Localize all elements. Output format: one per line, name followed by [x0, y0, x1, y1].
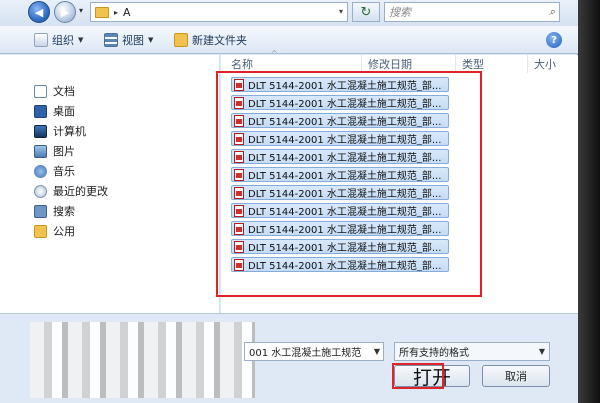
- background-edge: [578, 0, 600, 403]
- filename-input[interactable]: 001 水工混凝土施工规范 ▼: [244, 342, 384, 361]
- sidebar-item-recent[interactable]: 最近的更改: [34, 183, 108, 199]
- desktop-icon: [34, 104, 47, 118]
- breadcrumb-separator-icon[interactable]: ▸: [114, 8, 118, 17]
- chevron-down-icon[interactable]: ▼: [539, 347, 545, 356]
- refresh-button[interactable]: ↻: [352, 2, 380, 22]
- documents-icon: [34, 84, 47, 98]
- column-name-label: 名称: [231, 58, 253, 71]
- breadcrumb-folder[interactable]: A: [123, 6, 131, 19]
- blurred-region: [30, 322, 255, 398]
- new-folder-button[interactable]: 新建文件夹: [174, 32, 247, 48]
- folder-icon: [95, 6, 109, 18]
- new-folder-label: 新建文件夹: [192, 34, 247, 47]
- forward-button[interactable]: ▶: [54, 1, 76, 23]
- sidebar-item-computer[interactable]: 计算机: [34, 123, 86, 139]
- chevron-down-icon: ▼: [148, 36, 154, 44]
- sidebar-item-public[interactable]: 公用: [34, 223, 75, 239]
- address-dropdown-icon[interactable]: ▾: [339, 7, 343, 16]
- highlight-annotation-box: [216, 71, 482, 297]
- open-file-dialog: ◀ ▶ ▾ ▸ A ▾ ↻ 搜索 ⌕ 组织 ▼ 视图 ▼ 新建文件夹 ? 文档 …: [0, 0, 578, 403]
- new-folder-icon: [174, 33, 188, 47]
- file-type-select[interactable]: 所有支持的格式 ▼: [394, 342, 550, 361]
- search-placeholder: 搜索: [389, 6, 411, 19]
- sidebar-item-label: 搜索: [53, 205, 75, 218]
- address-bar[interactable]: ▸ A ▾: [90, 2, 348, 22]
- open-button-highlight-box: [392, 363, 444, 389]
- back-button[interactable]: ◀: [28, 1, 50, 23]
- sidebar-item-music[interactable]: 音乐: [34, 163, 75, 179]
- column-type-label: 类型: [462, 58, 484, 71]
- chevron-down-icon[interactable]: ▼: [374, 347, 380, 356]
- column-header-size[interactable]: 大小: [527, 55, 577, 73]
- organize-label: 组织: [52, 34, 74, 47]
- chevron-down-icon: ▼: [78, 36, 84, 44]
- sort-ascending-icon: ^: [271, 49, 278, 58]
- music-icon: [34, 164, 47, 178]
- file-type-value: 所有支持的格式: [399, 348, 469, 359]
- command-toolbar: 组织 ▼ 视图 ▼ 新建文件夹 ?: [0, 26, 578, 54]
- sidebar-item-label: 计算机: [53, 125, 86, 138]
- navigation-pane: 文档 桌面 计算机 图片 音乐 最近的更改 搜索 公用: [0, 55, 220, 313]
- history-dropdown-icon[interactable]: ▾: [79, 6, 89, 18]
- address-bar-row: ◀ ▶ ▾ ▸ A ▾ ↻ 搜索 ⌕: [0, 0, 578, 26]
- sidebar-item-pictures[interactable]: 图片: [34, 143, 75, 159]
- views-icon: [104, 33, 118, 47]
- computer-icon: [34, 124, 47, 138]
- search-folder-icon: [34, 204, 47, 218]
- sidebar-item-label: 文档: [53, 85, 75, 98]
- filename-value: 001 水工混凝土施工规范: [249, 348, 362, 359]
- cancel-button[interactable]: 取消: [482, 365, 550, 387]
- help-icon[interactable]: ?: [546, 32, 562, 48]
- sidebar-item-label: 音乐: [53, 165, 75, 178]
- organize-menu-button[interactable]: 组织 ▼: [34, 32, 83, 48]
- sidebar-item-search[interactable]: 搜索: [34, 203, 75, 219]
- sidebar-item-label: 公用: [53, 225, 75, 238]
- search-icon[interactable]: ⌕: [549, 5, 555, 19]
- sidebar-item-documents[interactable]: 文档: [34, 83, 75, 99]
- recent-icon: [34, 184, 47, 198]
- sidebar-item-label: 最近的更改: [53, 185, 108, 198]
- sidebar-item-label: 图片: [53, 145, 75, 158]
- pictures-icon: [34, 144, 47, 158]
- column-size-label: 大小: [534, 58, 556, 71]
- search-input[interactable]: 搜索 ⌕: [384, 2, 560, 22]
- column-date-label: 修改日期: [368, 58, 412, 71]
- sidebar-item-label: 桌面: [53, 105, 75, 118]
- views-menu-button[interactable]: 视图 ▼: [104, 32, 153, 48]
- public-folder-icon: [34, 224, 47, 238]
- views-label: 视图: [122, 34, 144, 47]
- organize-icon: [34, 33, 48, 47]
- sidebar-item-desktop[interactable]: 桌面: [34, 103, 75, 119]
